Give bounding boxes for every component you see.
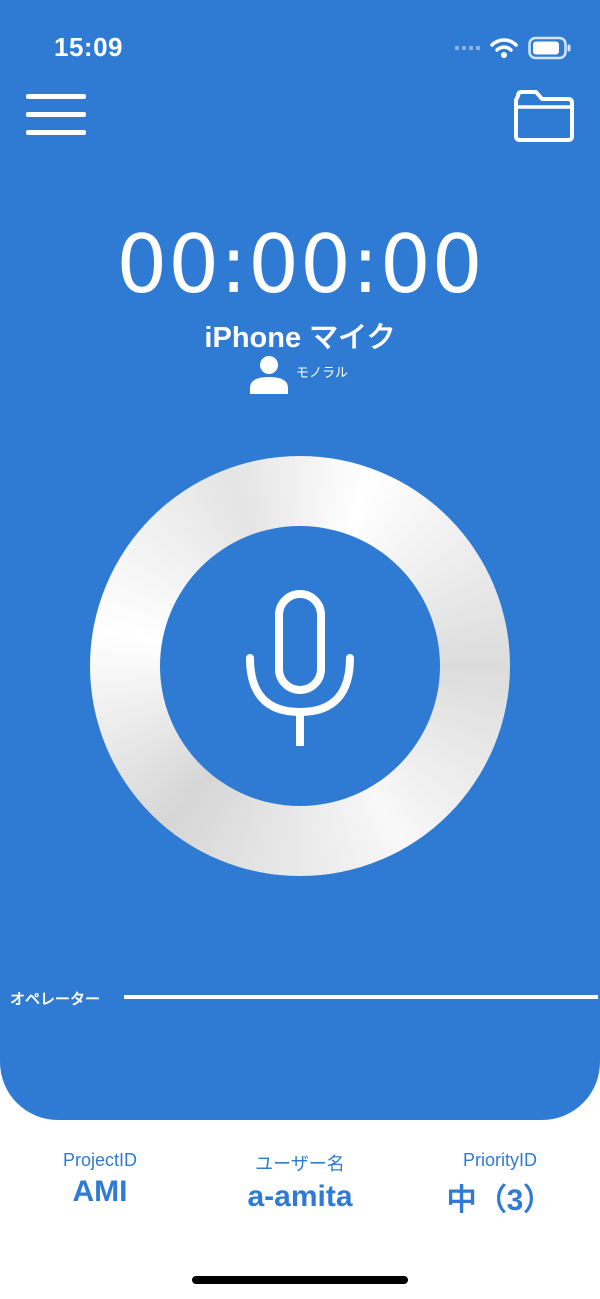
input-device-name: iPhone マイク (204, 322, 396, 354)
wifi-icon (490, 38, 518, 58)
home-indicator[interactable] (192, 1276, 408, 1284)
priority-label: PriorityID (462, 1150, 537, 1170)
project-label: ProjectID (62, 1150, 138, 1170)
project-value: AMI (72, 1175, 128, 1208)
project-info: ProjectID AMI (0, 1150, 200, 1219)
priority-info: PriorityID 中（3） (400, 1150, 600, 1219)
elapsed-timer: 00:00:00 (116, 218, 484, 311)
operator-divider (124, 995, 598, 999)
info-footer: ProjectID AMI ユーザー名 a-amita PriorityID 中… (0, 1150, 600, 1219)
operator-label: オペレーター (10, 991, 101, 1008)
person-icon (250, 356, 288, 394)
record-button-inner (160, 526, 440, 806)
user-value: a-amita (247, 1180, 353, 1213)
signal-icon (455, 46, 480, 50)
user-info: ユーザー名 a-amita (200, 1150, 400, 1219)
status-time: 15:09 (54, 32, 123, 62)
channel-label: モノラル (296, 364, 349, 380)
battery-icon (528, 36, 571, 60)
microphone-icon (246, 590, 354, 746)
hamburger-icon[interactable] (26, 94, 86, 136)
record-button[interactable] (90, 456, 510, 876)
folder-icon[interactable] (512, 88, 576, 144)
channel-indicator: モノラル (248, 354, 348, 394)
priority-value: 中（3） (446, 1184, 554, 1217)
status-icons (455, 34, 572, 62)
user-label: ユーザー名 (255, 1154, 345, 1174)
